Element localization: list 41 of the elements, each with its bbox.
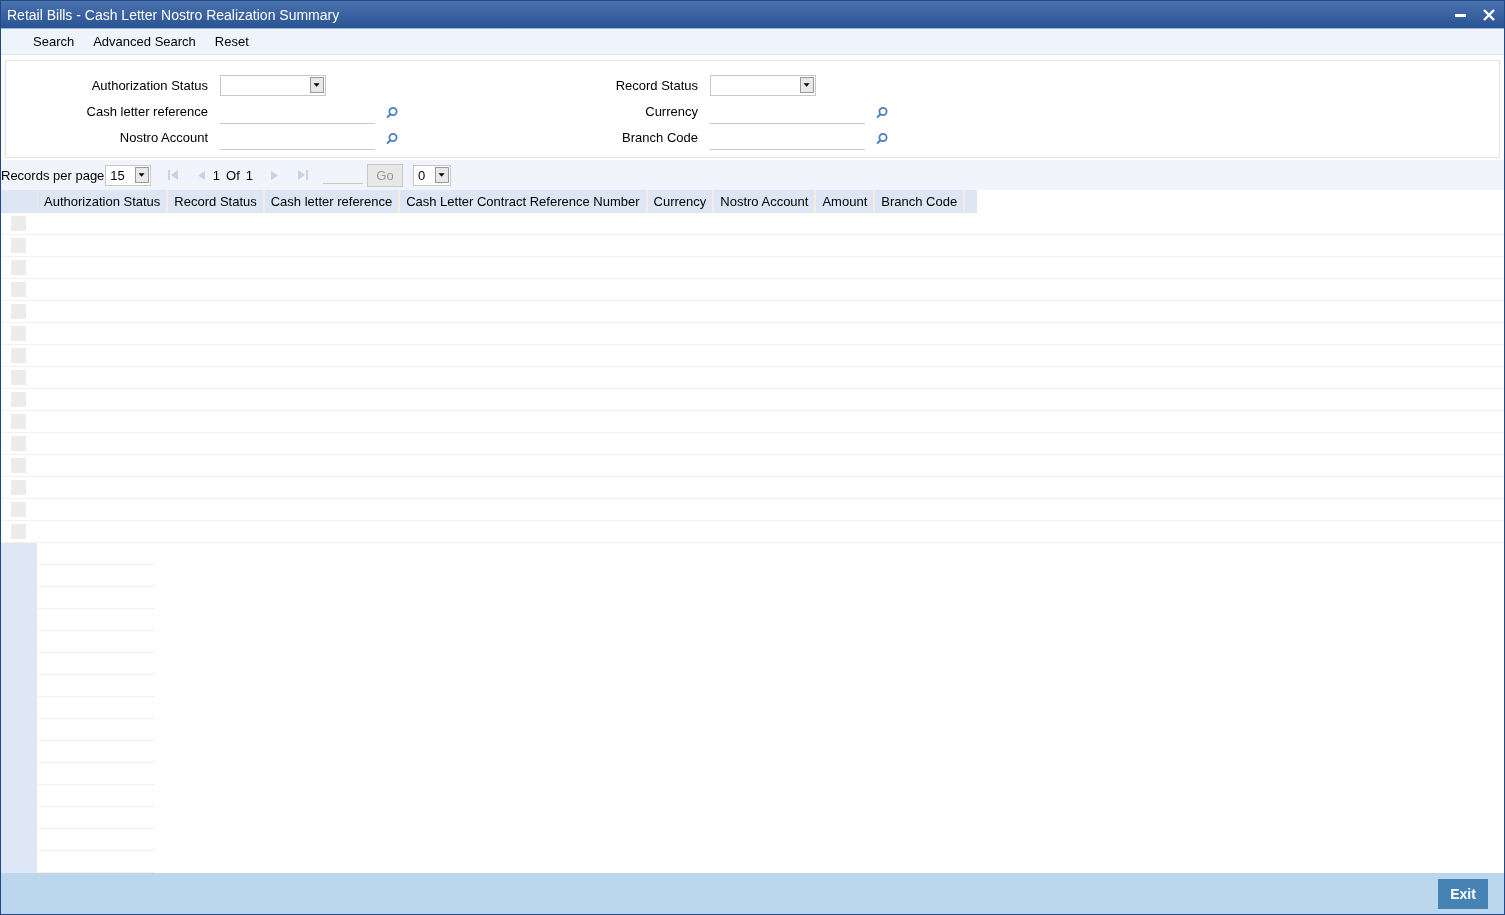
last-page-icon[interactable] <box>297 169 309 181</box>
column-header[interactable]: Cash Letter Contract Reference Number <box>400 190 648 213</box>
next-page-icon[interactable] <box>269 169 281 181</box>
column-header[interactable]: Authorization Status <box>38 190 169 213</box>
close-icon[interactable] <box>1482 7 1496 22</box>
first-page-icon[interactable] <box>166 169 179 181</box>
page-number: 1 <box>212 167 221 183</box>
search-icon[interactable] <box>385 132 399 146</box>
menu-item[interactable]: Search <box>33 34 75 49</box>
caret-icon <box>134 167 149 183</box>
column-header[interactable]: Record Status <box>168 190 265 213</box>
menu-item[interactable]: Reset <box>214 34 249 49</box>
caret-icon <box>310 77 324 93</box>
page-of-label: Of <box>226 167 240 183</box>
field-label: Authorization Status <box>90 77 208 93</box>
column-header[interactable]: Currency <box>647 190 715 213</box>
search-icon[interactable] <box>875 106 889 120</box>
field-label: Nostro Account <box>118 129 208 145</box>
total-pages: 1 <box>245 167 253 183</box>
caret-icon <box>435 167 450 183</box>
header-cell <box>965 190 978 213</box>
dropdown[interactable] <box>710 74 816 96</box>
records-per-page-dropdown[interactable]: 15 <box>105 164 151 186</box>
column-header[interactable]: Amount <box>816 190 876 213</box>
exit-button[interactable]: Exit <box>1438 878 1488 909</box>
header-cell <box>1 190 38 213</box>
field-label: Branch Code <box>621 129 698 145</box>
search-icon[interactable] <box>385 106 399 120</box>
caret-icon <box>800 77 814 93</box>
search-icon[interactable] <box>875 132 889 146</box>
column-header[interactable]: Cash letter reference <box>264 190 401 213</box>
field-label: Currency <box>644 103 698 119</box>
menu-item[interactable]: Advanced Search <box>93 34 196 49</box>
records-label: Records per page <box>1 167 105 183</box>
field-label: Record Status <box>614 77 698 93</box>
column-header[interactable]: Nostro Account <box>714 190 817 213</box>
dropdown[interactable] <box>220 74 326 96</box>
column-header[interactable]: Branch Code <box>875 190 966 213</box>
field-label: Cash letter reference <box>85 103 208 119</box>
window-title: Retail Bills - Cash Letter Nostro Realization Summary <box>7 6 340 23</box>
page-dropdown[interactable]: 0 <box>413 164 452 186</box>
